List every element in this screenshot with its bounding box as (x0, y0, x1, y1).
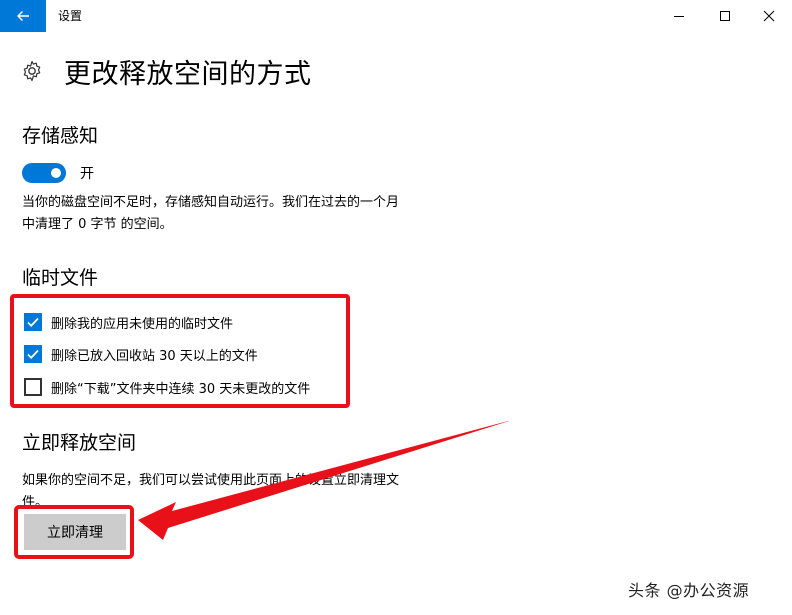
description-line: 中清理了 0 字节 的空间。 (22, 217, 173, 232)
minimize-button[interactable] (656, 0, 702, 32)
page-title: 更改释放空间的方式 (64, 59, 312, 90)
title-bar: 设置 (0, 0, 792, 32)
close-button[interactable] (746, 0, 792, 32)
storage-sense-description: 当你的磁盘空间不足时，存储感知自动运行。我们在过去的一个月 中清理了 0 字节 … (22, 192, 399, 236)
maximize-button[interactable] (702, 0, 748, 32)
storage-sense-toggle[interactable] (22, 163, 66, 183)
temp-files-heading: 临时文件 (22, 267, 99, 289)
arrow-left-icon (17, 11, 29, 21)
maximize-icon (720, 11, 730, 21)
highlight-box-options (10, 294, 350, 408)
back-button[interactable] (0, 0, 46, 32)
minimize-icon (674, 16, 684, 17)
clean-now-button[interactable]: 立即清理 (24, 514, 126, 550)
watermark: 头条 @办公资源 (628, 581, 750, 600)
gear-icon (23, 60, 41, 82)
description-line: 如果你的空间不足，我们可以尝试使用此页面上的设置立即清理文 (22, 473, 400, 488)
close-icon (763, 10, 775, 22)
window-title: 设置 (58, 9, 83, 23)
description-line: 当你的磁盘空间不足时，存储感知自动运行。我们在过去的一个月 (22, 195, 400, 210)
storage-sense-heading: 存储感知 (22, 125, 99, 147)
free-now-heading: 立即释放空间 (22, 432, 137, 454)
toggle-knob (51, 168, 61, 178)
toggle-state-label: 开 (80, 166, 94, 182)
